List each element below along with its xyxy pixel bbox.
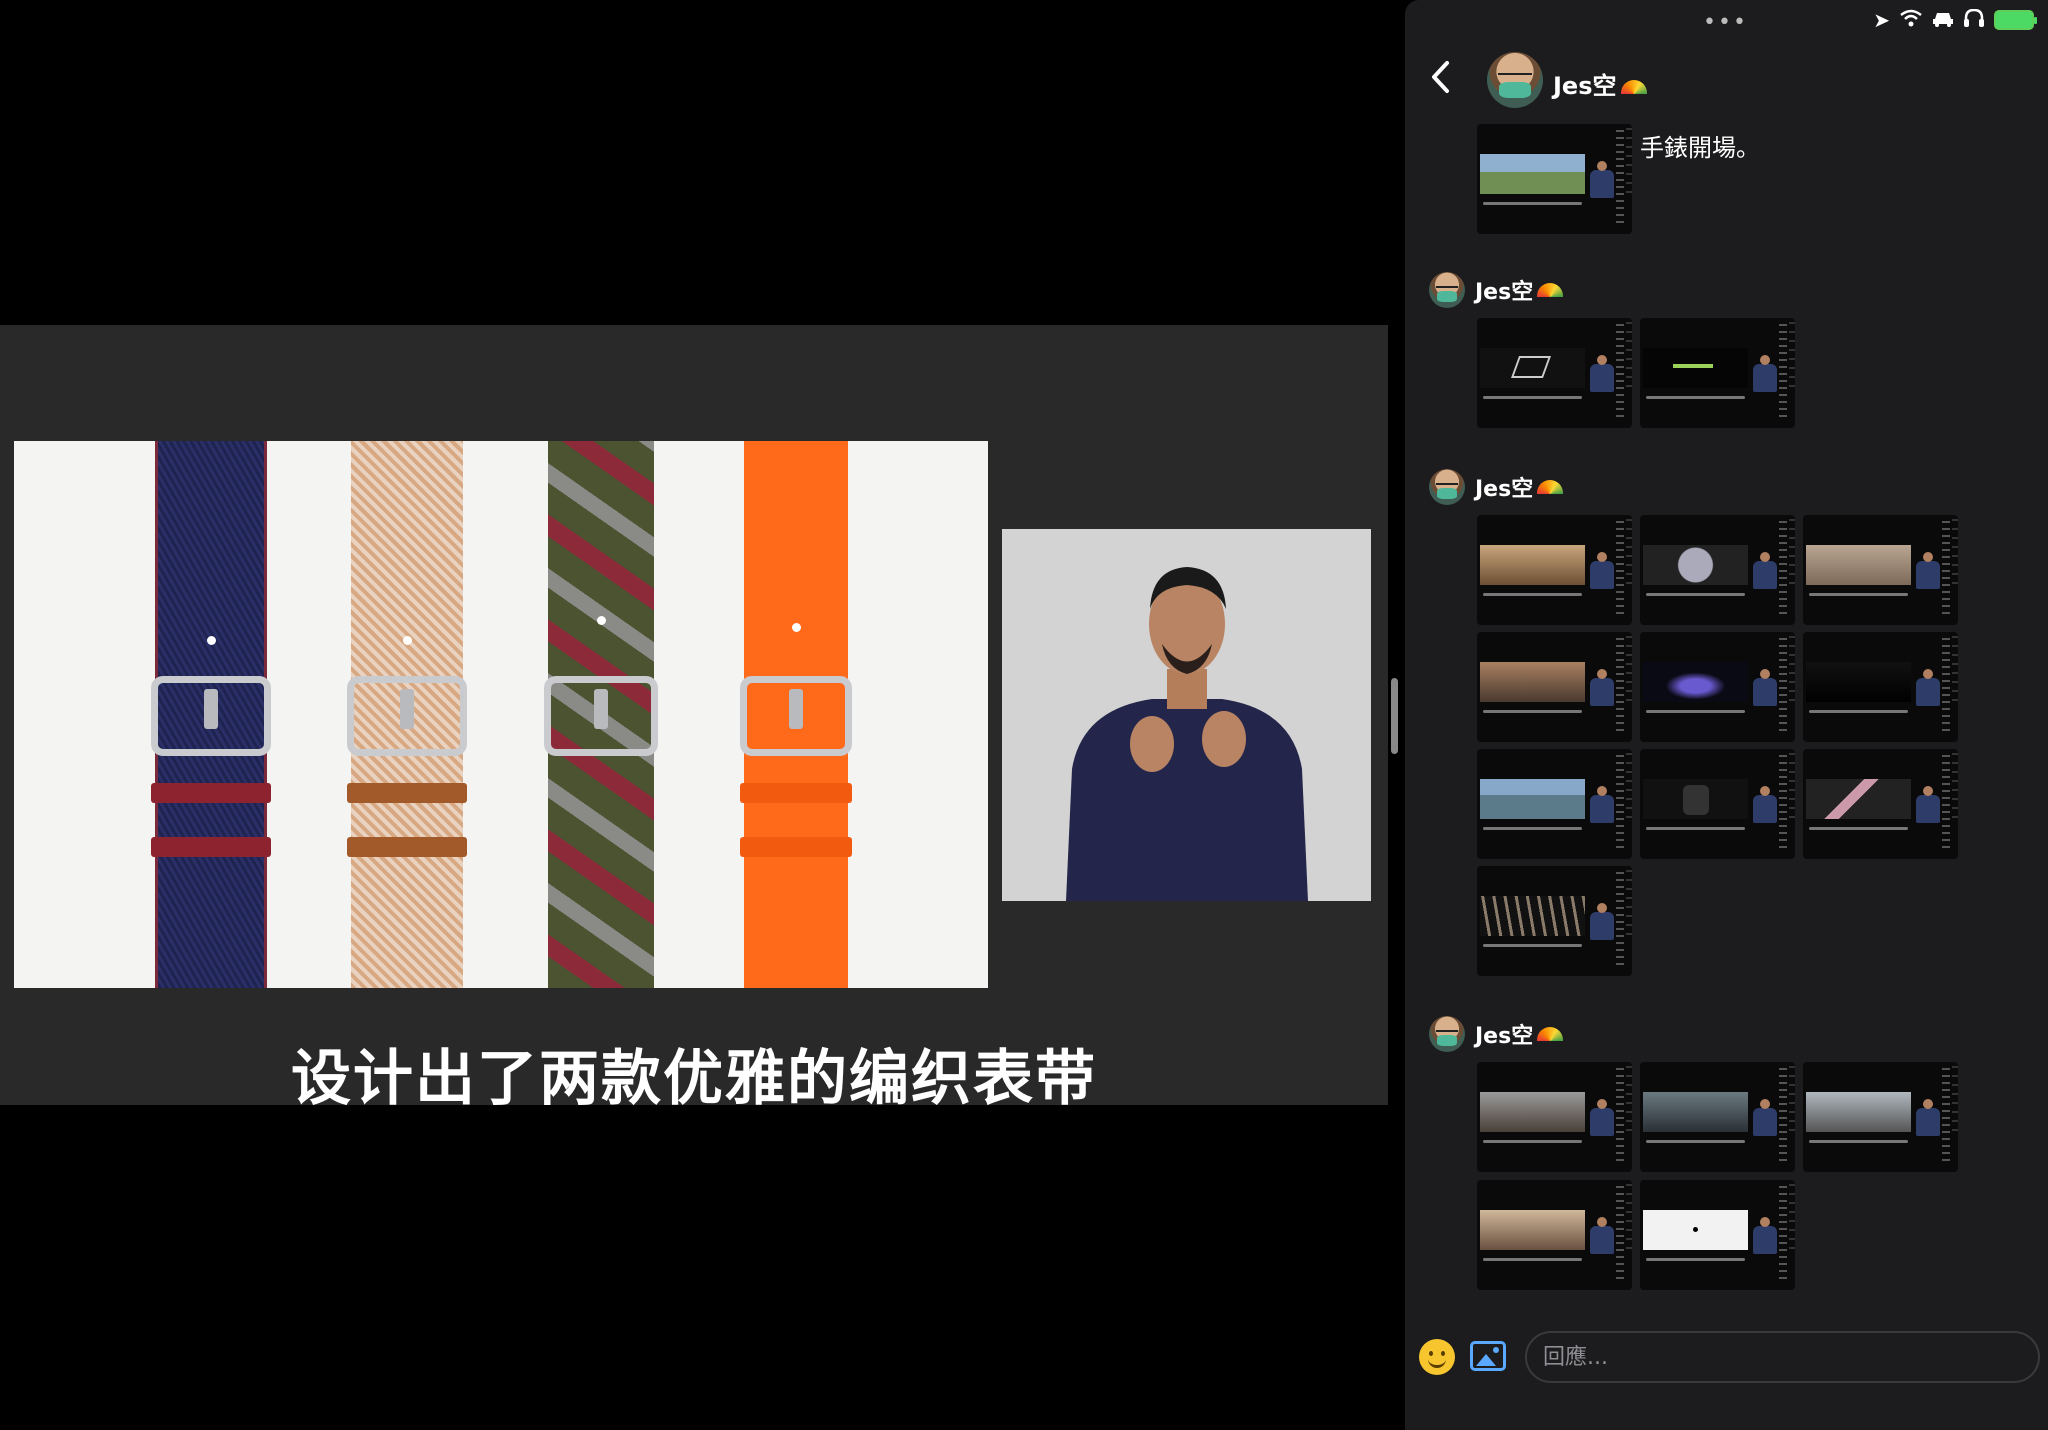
screenshot-thumbnail[interactable] [1640, 1062, 1795, 1172]
rainbow-emoji-icon [1537, 480, 1564, 494]
sender-header: Jes空 [1429, 270, 1564, 310]
screenshot-thumbnail[interactable] [1477, 124, 1632, 234]
back-button[interactable] [1429, 60, 1459, 100]
reply-input[interactable] [1525, 1331, 2040, 1383]
emoji-button[interactable] [1419, 1339, 1455, 1375]
screenshot-thumbnail[interactable] [1477, 318, 1632, 428]
car-icon [1932, 8, 1954, 32]
sender-name: Jes空 [1475, 477, 1534, 502]
wifi-icon [1900, 8, 1922, 32]
screenshot-thumbnail[interactable] [1640, 515, 1795, 625]
video-player[interactable]: 设计出了两款优雅的编织表带 [0, 0, 1388, 1430]
split-view-divider-handle[interactable] [1391, 678, 1398, 754]
chevron-left-icon [1432, 61, 1449, 93]
image-grid [1477, 318, 1958, 428]
location-arrow-icon: ➤ [1873, 8, 1890, 32]
headphones-icon [1964, 8, 1984, 32]
sender-avatar[interactable] [1429, 469, 1465, 505]
screenshot-thumbnail[interactable] [1477, 515, 1632, 625]
orange-band [740, 441, 852, 988]
sender-header: Jes空 [1429, 467, 1564, 507]
multitasking-dots[interactable]: ••• [1703, 10, 1748, 35]
screenshot-thumbnail[interactable] [1803, 515, 1958, 625]
rainbow-emoji-icon [1620, 80, 1647, 94]
message-composer [1405, 1325, 2048, 1385]
navy-band [151, 441, 271, 988]
video-frame[interactable]: 设计出了两款优雅的编织表带 [0, 325, 1388, 1114]
screenshot-thumbnail[interactable] [1640, 1180, 1795, 1290]
olive-braided-band [544, 441, 658, 988]
sender-name: Jes空 [1475, 280, 1534, 305]
sender-avatar[interactable] [1429, 1016, 1465, 1052]
screenshot-thumbnail[interactable] [1803, 632, 1958, 742]
sender-avatar[interactable] [1429, 272, 1465, 308]
screenshot-thumbnail[interactable] [1640, 632, 1795, 742]
video-subtitle: 设计出了两款优雅的编织表带 [291, 1044, 1097, 1114]
screenshot-thumbnail[interactable] [1477, 1062, 1632, 1172]
sign-language-interpreter [1002, 529, 1371, 901]
message-text: 手錶開場。 [1640, 134, 1760, 162]
sender-header: Jes空 [1429, 1014, 1564, 1054]
screenshot-thumbnail[interactable] [1477, 866, 1632, 976]
message-list[interactable]: 手錶開場。 Jes空 Jes空 Jes空 [1405, 112, 2048, 1307]
battery-charging-icon [1994, 10, 2037, 30]
chat-header: Jes空 [1405, 50, 2048, 112]
screenshot-thumbnail[interactable] [1477, 632, 1632, 742]
rainbow-emoji-icon [1537, 1027, 1564, 1041]
tan-band [347, 441, 467, 988]
screenshot-thumbnail[interactable] [1803, 1062, 1958, 1172]
watch-bands-slide [14, 441, 988, 988]
image-grid [1477, 515, 1958, 976]
screenshot-thumbnail[interactable] [1640, 749, 1795, 859]
photo-icon[interactable] [1470, 1341, 1506, 1371]
image-grid [1477, 1062, 1958, 1290]
screenshot-thumbnail[interactable] [1477, 749, 1632, 859]
contact-avatar[interactable] [1487, 52, 1543, 108]
screenshot-thumbnail[interactable] [1477, 1180, 1632, 1290]
status-bar: ➤ [1873, 8, 2037, 32]
rainbow-emoji-icon [1537, 283, 1564, 297]
screenshot-thumbnail[interactable] [1640, 318, 1795, 428]
contact-name[interactable]: Jes空 [1553, 66, 1647, 101]
screenshot-thumbnail[interactable] [1803, 749, 1958, 859]
sender-name: Jes空 [1475, 1024, 1534, 1049]
chat-panel: ••• ➤ Jes空 手錶開場。 Jes空 Jes空 Jes空 回應... [1405, 0, 2048, 1430]
